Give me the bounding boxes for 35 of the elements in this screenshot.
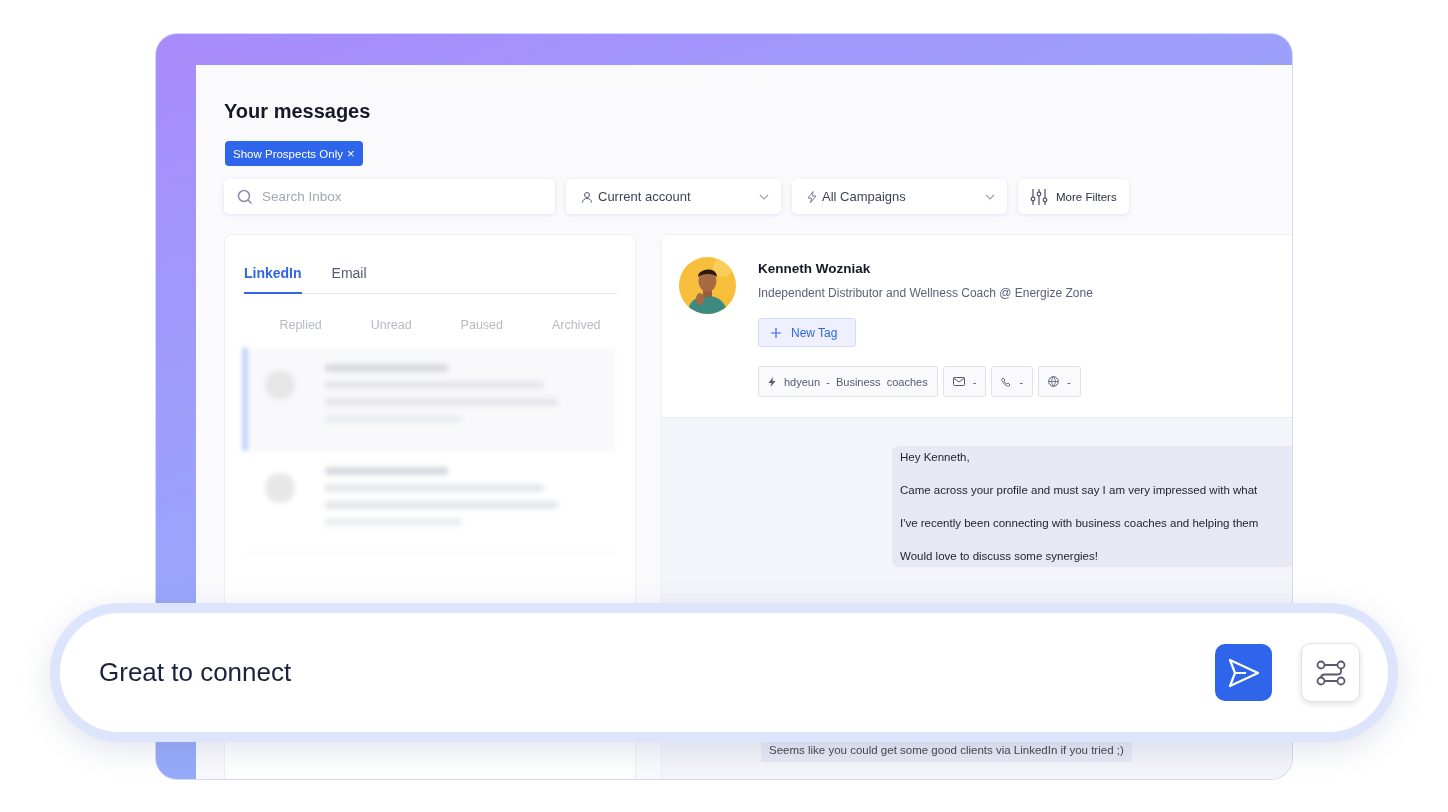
message-text: Seems like you could get some good clients via LinkedIn if you tried ;) bbox=[769, 744, 1124, 756]
tab[interactable]: LinkedIn bbox=[244, 265, 302, 294]
sliders-icon bbox=[1030, 187, 1048, 206]
chevron-down-icon bbox=[759, 193, 769, 200]
filter-chip[interactable]: Show Prospects Only × bbox=[225, 141, 363, 166]
lightning-icon bbox=[807, 190, 817, 203]
page-title: Your messages bbox=[224, 100, 372, 123]
message-text: Would love to discuss some synergies! bbox=[900, 550, 1099, 562]
lightning-icon bbox=[768, 376, 776, 387]
message-text: Hey Kenneth, bbox=[900, 451, 971, 463]
contact-detail-chip[interactable]: - bbox=[991, 366, 1034, 397]
dropdown[interactable]: Current account bbox=[566, 179, 781, 214]
contact-detail-chip[interactable]: hdyeun - Business coaches bbox=[758, 366, 938, 397]
chevron-down-icon bbox=[985, 193, 995, 200]
send-icon bbox=[1227, 657, 1260, 688]
contact-detail-chip[interactable]: - bbox=[942, 366, 987, 397]
message-input[interactable]: Great to connect bbox=[97, 656, 1215, 689]
contact-name: Kenneth Wozniak bbox=[758, 261, 872, 276]
globe-icon bbox=[1048, 376, 1060, 387]
contact-headline: Independent Distributor and Wellness Coach @ Energize Zone bbox=[758, 286, 1093, 300]
person-icon bbox=[581, 190, 593, 203]
message-text: I've recently been connecting with business coaches and helping them bbox=[900, 517, 1260, 529]
close-icon[interactable]: × bbox=[346, 146, 355, 161]
phone-icon bbox=[1001, 376, 1012, 387]
more-filters-button[interactable]: More Filters bbox=[1018, 179, 1129, 214]
send-button[interactable] bbox=[1215, 644, 1272, 701]
search-icon bbox=[237, 188, 253, 205]
envelope-icon bbox=[952, 377, 965, 386]
message-text: Came across your profile and must say I am very impressed with what bbox=[900, 484, 1259, 496]
plus-icon bbox=[771, 327, 781, 338]
new-tag-button[interactable]: New Tag bbox=[758, 318, 857, 347]
tab[interactable]: Email bbox=[331, 265, 367, 294]
dropdown[interactable]: All Campaigns bbox=[792, 179, 1007, 214]
contact-detail-chip[interactable]: - bbox=[1038, 366, 1081, 397]
workflow-button[interactable] bbox=[1301, 643, 1360, 702]
